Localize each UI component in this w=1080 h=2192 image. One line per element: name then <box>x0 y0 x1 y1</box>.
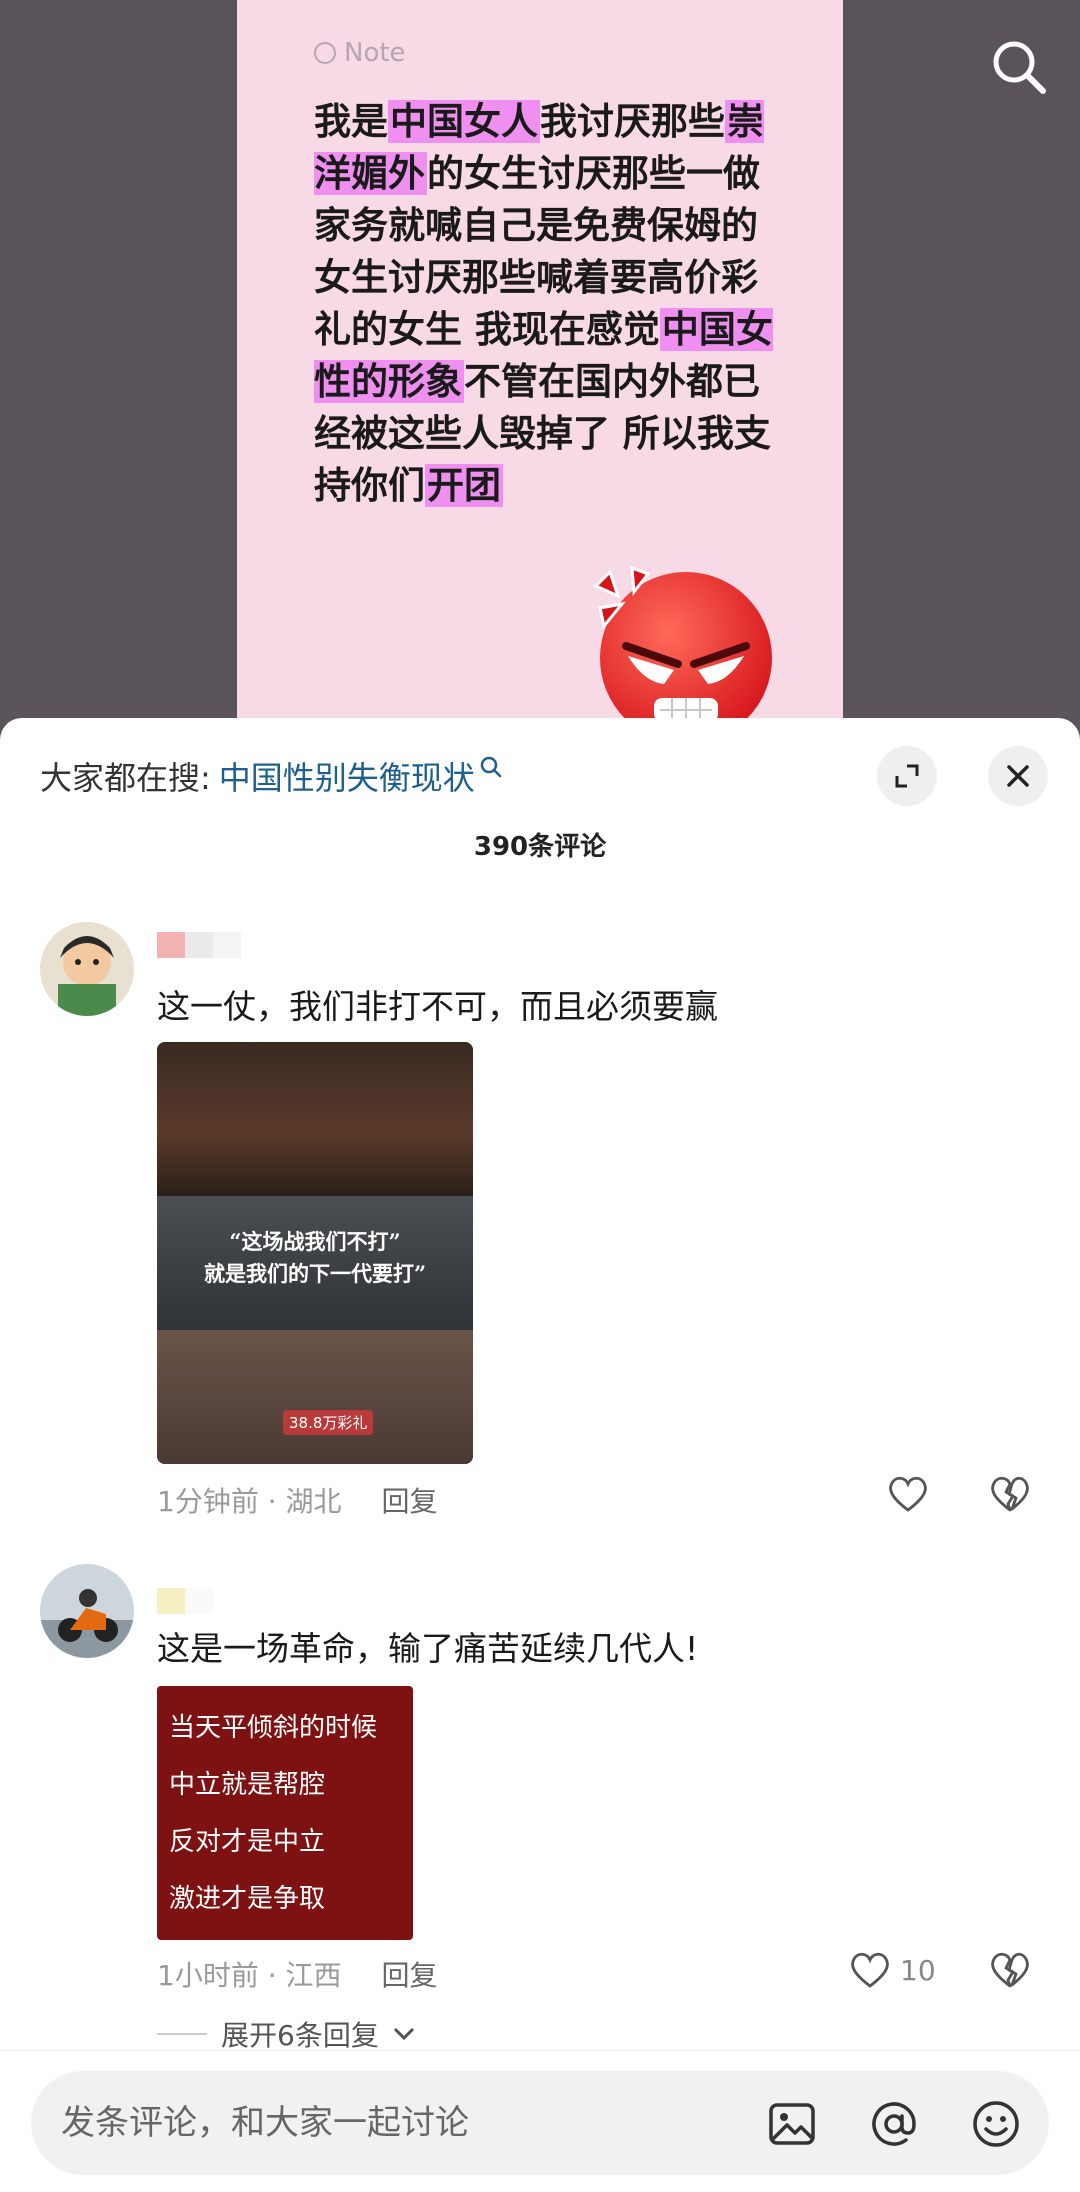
highlighted-text: 中国女人 <box>388 100 540 143</box>
trending-search-bar[interactable]: 大家都在搜: 中国性别失衡现状 <box>40 746 503 806</box>
comment-text: 这是一场革命，输了痛苦延续几代人! <box>157 1629 699 1668</box>
comment-input-placeholder: 发条评论，和大家一起讨论 <box>61 2103 469 2143</box>
time-location: 1分钟前 · 湖北 <box>157 1485 342 1518</box>
like-button[interactable] <box>886 1474 930 1514</box>
quote-line: 当天平倾斜的时候 <box>169 1713 378 1743</box>
image-caption-1: “这场战我们不打” <box>229 1229 401 1254</box>
quote-line: 中立就是帮腔 <box>169 1770 326 1800</box>
image-panel-gift <box>157 1330 473 1464</box>
note-circle-icon <box>314 42 336 64</box>
expand-replies-label: 展开6条回复 <box>221 2019 379 2052</box>
comment-count: 390条评论 <box>473 832 607 862</box>
reply-button[interactable]: 回复 <box>382 1954 438 1994</box>
trending-prefix: 大家都在搜: <box>40 759 211 797</box>
broken-heart-icon[interactable] <box>988 1950 1032 1990</box>
heart-icon <box>889 1476 927 1512</box>
broken-heart-icon[interactable] <box>988 1474 1032 1514</box>
quote-line: 反对才是中立 <box>169 1827 326 1857</box>
note-text-segment: 我是 <box>314 100 388 143</box>
note-text: 我是中国女人我讨厌那些崇洋媚外的女生讨厌那些一做家务就喊自己是免费保姆的女生讨厌… <box>314 96 784 512</box>
comment-meta: 1小时前 · 江西 回复 <box>157 1954 438 1994</box>
avatar[interactable] <box>40 1564 134 1658</box>
chevron-down-icon <box>393 2027 414 2041</box>
quote-line: 激进才是争取 <box>169 1884 326 1914</box>
heart-icon <box>851 1952 889 1988</box>
avatar[interactable] <box>40 922 134 1016</box>
comment-sheet: 大家都在搜: 中国性别失衡现状 390条评论 这一仗，我们非打不可，而且必须要赢… <box>0 718 1080 2192</box>
comment-image[interactable]: “这场战我们不打” 就是我们的下一代要打” 38.8万彩礼 <box>157 1042 473 1464</box>
comment-image[interactable]: 当天平倾斜的时候 中立就是帮腔 反对才是中立 激进才是争取 <box>157 1686 413 1940</box>
reply-button[interactable]: 回复 <box>382 1480 438 1520</box>
close-button[interactable] <box>988 746 1048 806</box>
image-icon[interactable] <box>767 2099 817 2149</box>
expand-icon <box>895 764 919 788</box>
image-panel-street <box>157 1042 473 1196</box>
image-tag: 38.8万彩礼 <box>283 1410 374 1435</box>
close-icon <box>1007 765 1029 787</box>
at-mention-icon[interactable] <box>869 2099 919 2149</box>
comment-meta: 1分钟前 · 湖北 回复 <box>157 1480 438 1520</box>
divider <box>157 2033 207 2035</box>
search-icon[interactable] <box>990 38 1048 96</box>
trending-query-link[interactable]: 中国性别失衡现状 <box>219 753 475 799</box>
username-redacted[interactable] <box>157 932 241 958</box>
video-area[interactable]: Note 我是中国女人我讨厌那些崇洋媚外的女生讨厌那些一做家务就喊自己是免费保姆… <box>0 0 1080 720</box>
expand-replies-button[interactable]: 展开6条回复 <box>157 2014 415 2054</box>
angry-face-emoji-icon <box>593 565 772 720</box>
emoji-icon[interactable] <box>971 2099 1021 2149</box>
note-text-segment: 我讨厌那些 <box>540 100 725 143</box>
comment-input[interactable]: 发条评论，和大家一起讨论 <box>31 2071 1049 2175</box>
like-count: 10 <box>900 1953 936 1987</box>
small-search-icon <box>480 756 502 778</box>
username-redacted[interactable] <box>157 1588 213 1614</box>
time-location: 1小时前 · 江西 <box>157 1959 342 1992</box>
comment-text: 这一仗，我们非打不可，而且必须要赢 <box>157 987 718 1026</box>
note-label-text: Note <box>344 38 406 68</box>
highlighted-text: 开团 <box>425 464 503 507</box>
comment-input-bar: 发条评论，和大家一起讨论 <box>0 2050 1080 2192</box>
image-caption-2: 就是我们的下一代要打” <box>203 1261 427 1286</box>
note-label: Note <box>314 38 406 68</box>
like-button[interactable]: 10 <box>848 1950 936 1990</box>
expand-button[interactable] <box>877 746 937 806</box>
